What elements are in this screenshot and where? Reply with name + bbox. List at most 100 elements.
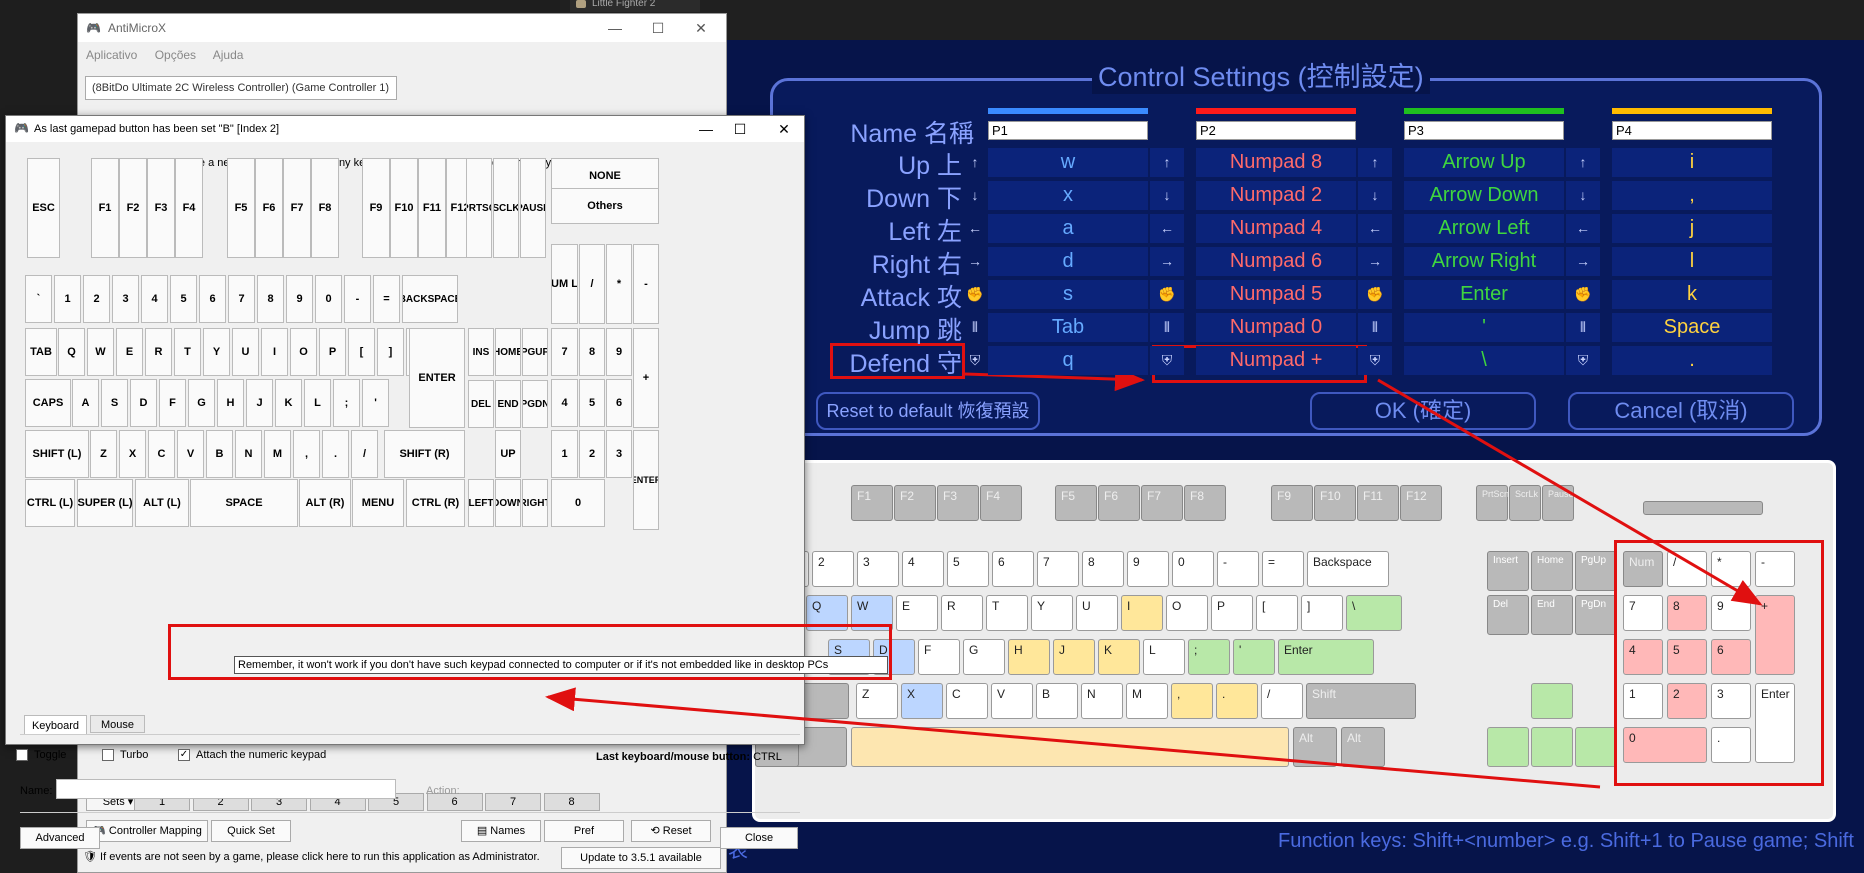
key-nav[interactable]: INS — [468, 328, 494, 376]
key[interactable]: = — [373, 275, 400, 323]
key[interactable]: , — [293, 430, 320, 478]
key-nav[interactable]: END — [495, 380, 521, 428]
key[interactable]: ' — [362, 379, 389, 427]
numpad-key[interactable]: 8 — [579, 328, 605, 376]
numpad-key[interactable]: 2 — [579, 430, 605, 478]
key-cell-p2[interactable]: Numpad + — [1196, 346, 1356, 375]
reset-button[interactable]: ⟲ Reset — [631, 820, 711, 842]
key[interactable]: X — [119, 430, 146, 478]
key-f2[interactable]: F2 — [119, 158, 147, 258]
key-nav[interactable]: PGDN — [522, 380, 548, 428]
numpad-key[interactable]: 3 — [606, 430, 632, 478]
key[interactable]: SHIFT (L) — [25, 430, 89, 478]
menu-opcoes[interactable]: Opções — [155, 48, 196, 62]
numpad-key[interactable]: 0 — [551, 479, 605, 527]
numpad-key[interactable]: 4 — [551, 379, 578, 427]
key[interactable]: ] — [377, 328, 404, 376]
key[interactable]: L — [304, 379, 331, 427]
key-cell-p4[interactable]: k — [1612, 280, 1772, 309]
toggle-checkbox[interactable]: Toggle — [16, 749, 66, 762]
numpad-key[interactable]: NUM LK — [551, 244, 578, 324]
player-name-field[interactable]: P1 — [988, 121, 1148, 140]
key[interactable]: G — [188, 379, 215, 427]
key-f5[interactable]: F5 — [227, 158, 255, 258]
key-cell-p3[interactable]: ' — [1404, 313, 1564, 342]
numpad-key[interactable]: 7 — [551, 328, 578, 376]
key-up[interactable]: UP — [495, 430, 521, 478]
key-f3[interactable]: F3 — [147, 158, 175, 258]
key-cell-p3[interactable]: Arrow Right — [1404, 247, 1564, 276]
key[interactable]: ALT (R) — [299, 479, 351, 527]
key-others[interactable]: Others — [551, 188, 659, 224]
key-f6[interactable]: F6 — [255, 158, 283, 258]
key-cell-p3[interactable]: \ — [1404, 346, 1564, 375]
key-nav[interactable]: DEL — [468, 380, 494, 428]
key-down[interactable]: DOWN — [495, 479, 521, 527]
key-cell-p4[interactable]: i — [1612, 148, 1772, 177]
set-button-8[interactable]: 8 — [543, 793, 600, 811]
key[interactable]: W — [87, 328, 114, 376]
quick-set-button[interactable]: Quick Set — [211, 820, 291, 842]
key-cell-p3[interactable]: Arrow Down — [1404, 181, 1564, 210]
key[interactable]: 0 — [315, 275, 342, 323]
key-cell-p2[interactable]: Numpad 4 — [1196, 214, 1356, 243]
key[interactable]: ` — [25, 275, 52, 323]
key-cell-p1[interactable]: Tab — [988, 313, 1148, 342]
controller-mapping-button[interactable]: 🎮 Controller Mapping — [86, 820, 208, 842]
key-left[interactable]: LEFT — [468, 479, 494, 527]
key-cell-p4[interactable]: l — [1612, 247, 1772, 276]
key[interactable]: R — [145, 328, 172, 376]
key[interactable]: [ — [348, 328, 375, 376]
key-cell-p2[interactable]: Numpad 8 — [1196, 148, 1356, 177]
numpad-key[interactable]: ENTER — [633, 430, 659, 530]
attach-numeric-checkbox[interactable]: ✓ Attach the numeric keypad — [178, 749, 326, 762]
key[interactable]: B — [206, 430, 233, 478]
player-name-field[interactable]: P2 — [1196, 121, 1356, 140]
reset-default-button[interactable]: Reset to default 恢復預設 — [816, 392, 1040, 430]
key[interactable]: CAPS — [25, 379, 71, 427]
key-nav[interactable]: HOME — [495, 328, 521, 376]
key[interactable]: Y — [203, 328, 230, 376]
game-tab[interactable]: Little Fighter 2 — [570, 0, 700, 12]
key-cell-p2[interactable]: Numpad 6 — [1196, 247, 1356, 276]
key-cell-p2[interactable]: Numpad 2 — [1196, 181, 1356, 210]
tab-keyboard[interactable]: Keyboard — [24, 715, 87, 735]
player-name-field[interactable]: P3 — [1404, 121, 1564, 140]
key[interactable]: 2 — [83, 275, 110, 323]
maximize-icon[interactable]: ☐ — [724, 119, 756, 139]
key[interactable]: 6 — [199, 275, 226, 323]
key-f1[interactable]: F1 — [91, 158, 119, 258]
key[interactable]: Z — [90, 430, 117, 478]
key[interactable]: Q — [58, 328, 85, 376]
menu-ajuda[interactable]: Ajuda — [213, 48, 244, 62]
key[interactable]: T — [174, 328, 201, 376]
key[interactable]: A — [72, 379, 99, 427]
key-f11[interactable]: F11 — [418, 158, 446, 258]
key[interactable]: 5 — [170, 275, 197, 323]
key[interactable]: K — [275, 379, 302, 427]
name-input[interactable] — [56, 779, 396, 799]
key-f7[interactable]: F7 — [283, 158, 311, 258]
key-f4[interactable]: F4 — [175, 158, 203, 258]
key[interactable]: O — [290, 328, 317, 376]
key[interactable]: D — [130, 379, 157, 427]
key-prtsc[interactable]: PRTSC — [466, 158, 492, 258]
key[interactable]: N — [235, 430, 262, 478]
key-cell-p4[interactable]: . — [1612, 346, 1772, 375]
key-cell-p2[interactable]: Numpad 5 — [1196, 280, 1356, 309]
key[interactable]: SPACE — [190, 479, 298, 527]
cancel-button[interactable]: Cancel (取消) — [1568, 392, 1794, 430]
key[interactable]: 7 — [228, 275, 255, 323]
close-icon[interactable]: ✕ — [686, 18, 716, 38]
key-cell-p1[interactable]: q — [988, 346, 1148, 375]
numpad-key[interactable]: * — [606, 244, 632, 324]
ok-button[interactable]: OK (確定) — [1310, 392, 1536, 430]
key[interactable]: 9 — [286, 275, 313, 323]
key[interactable]: SHIFT (R) — [384, 430, 465, 478]
key-f8[interactable]: F8 — [311, 158, 339, 258]
key[interactable]: S — [101, 379, 128, 427]
key[interactable]: CTRL (R) — [406, 479, 465, 527]
key[interactable]: 3 — [112, 275, 139, 323]
key[interactable]: BACKSPACE — [402, 275, 458, 323]
admin-notice[interactable]: 🛡 If events are not seen by a game, plea… — [83, 847, 543, 867]
